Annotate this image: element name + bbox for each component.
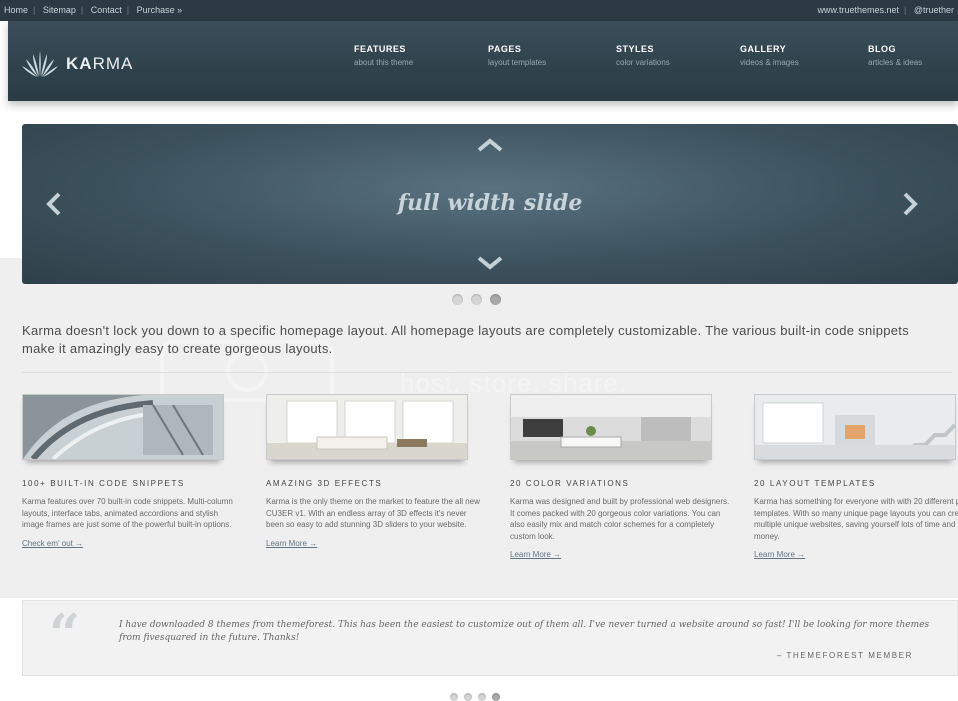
feature-image: [510, 394, 712, 460]
logo[interactable]: KARMA: [22, 51, 133, 77]
feature-column: 100+ BUILT-IN CODE SNIPPETS Karma featur…: [22, 394, 242, 551]
intro-text: Karma doesn't lock you down to a specifi…: [22, 323, 909, 356]
testimonial-dot[interactable]: [478, 693, 486, 701]
testimonial-text: I have downloaded 8 themes from themefor…: [119, 620, 930, 643]
top-link-sitemap[interactable]: Sitemap: [43, 5, 76, 15]
feature-title: 20 COLOR VARIATIONS: [510, 479, 630, 488]
nav-styles[interactable]: STYLES color variations: [616, 44, 726, 67]
feature-text: Karma is the only theme on the market to…: [266, 497, 480, 529]
nav-subtitle: articles & ideas: [868, 58, 923, 67]
nav-subtitle: color variations: [616, 58, 670, 67]
feature-title: AMAZING 3D EFFECTS: [266, 479, 383, 488]
testimonial-author: – THEMEFOREST MEMBER: [776, 651, 913, 660]
feature-link[interactable]: Check em' out →: [22, 539, 83, 548]
feature-link[interactable]: Learn More →: [754, 550, 805, 559]
twitter-link[interactable]: @truether: [914, 5, 954, 15]
nav-title: FEATURES: [354, 44, 406, 54]
testimonial-dot-active[interactable]: [492, 693, 500, 701]
nav-title: BLOG: [868, 44, 896, 54]
feature-link[interactable]: Learn More →: [266, 539, 317, 548]
nav-subtitle: videos & images: [740, 58, 799, 67]
slider-pagination: [452, 294, 501, 305]
logo-text: KARMA: [66, 54, 134, 73]
slide-title: full width slide: [397, 190, 583, 216]
nav-title: STYLES: [616, 44, 655, 54]
site-header: KARMA FEATURES about this theme PAGES la…: [8, 21, 958, 101]
nav-features[interactable]: FEATURES about this theme: [354, 44, 464, 67]
feature-text: Karma was designed and built by professi…: [510, 497, 730, 541]
feature-column: AMAZING 3D EFFECTS Karma is the only the…: [266, 394, 486, 551]
slider-dot[interactable]: [452, 294, 463, 305]
slider-up-arrow-icon[interactable]: [477, 138, 503, 152]
top-utility-bar: Home | Sitemap | Contact | Purchase » www.t…: [0, 0, 958, 21]
leaf-logo-icon: [22, 51, 58, 77]
nav-title: GALLERY: [740, 44, 787, 54]
top-links: Home | Sitemap | Contact | Purchase »: [4, 5, 183, 15]
top-right-links: www.truethemes.net | @truether: [817, 5, 954, 15]
nav-subtitle: about this theme: [354, 58, 414, 67]
feature-text: Karma features over 70 built-in code sni…: [22, 497, 233, 529]
testimonial-pagination: [450, 693, 500, 701]
feature-link[interactable]: Learn More →: [510, 550, 561, 559]
testimonial-box: “ I have downloaded 8 themes from themef…: [22, 600, 958, 676]
nav-title: PAGES: [488, 44, 522, 54]
testimonial-dot[interactable]: [450, 693, 458, 701]
testimonial-dot[interactable]: [464, 693, 472, 701]
top-link-contact[interactable]: Contact: [91, 5, 122, 15]
feature-image: [754, 394, 956, 460]
top-link-purchase[interactable]: Purchase »: [137, 5, 183, 15]
slider-dot[interactable]: [471, 294, 482, 305]
feature-title: 100+ BUILT-IN CODE SNIPPETS: [22, 479, 185, 488]
divider: [22, 372, 952, 373]
nav-gallery[interactable]: GALLERY videos & images: [740, 44, 850, 67]
nav-blog[interactable]: BLOG articles & ideas: [868, 44, 958, 67]
website-link[interactable]: www.truethemes.net: [817, 5, 899, 15]
hero-slider: full width slide: [22, 124, 958, 284]
feature-image: [266, 394, 468, 460]
nav-pages[interactable]: PAGES layout templates: [488, 44, 598, 67]
feature-image: [22, 394, 224, 460]
slider-down-arrow-icon[interactable]: [477, 256, 503, 270]
feature-title: 20 LAYOUT TEMPLATES: [754, 479, 876, 488]
feature-column: 20 LAYOUT TEMPLATES Karma has something …: [754, 394, 958, 562]
top-link-home[interactable]: Home: [4, 5, 28, 15]
nav-subtitle: layout templates: [488, 58, 547, 67]
feature-text: Karma has something for everyone with wi…: [754, 497, 958, 541]
quote-mark-icon: “: [49, 602, 81, 666]
slider-next-arrow-icon[interactable]: [902, 192, 918, 216]
slider-dot-active[interactable]: [490, 294, 501, 305]
feature-column: 20 COLOR VARIATIONS Karma was designed a…: [510, 394, 730, 562]
slider-prev-arrow-icon[interactable]: [46, 192, 62, 216]
